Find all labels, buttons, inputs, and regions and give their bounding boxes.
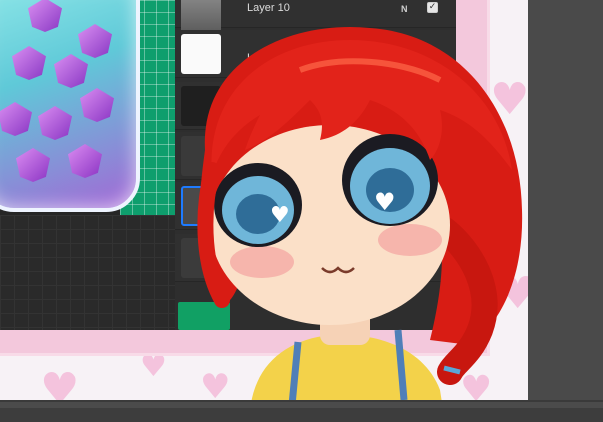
layer-thumbnail [181,136,221,176]
dice-artwork [0,102,32,136]
layer-row[interactable]: Lay [175,30,456,78]
dice-artwork [80,88,114,122]
layer-name: Layer 10 [247,2,290,14]
heart-icon: ♥ [460,369,493,401]
stream-screenshot: ♥ ♥ ♥ ♥ ♥ ♥ Layer 10 N ✓ Lay ♥ ♥ [0,0,603,422]
capture-frame: Layer 10 N ✓ Lay [0,0,490,356]
dice-artwork [28,0,62,32]
layer-thumbnail [181,0,221,34]
layer-thumbnail [181,186,221,226]
transparency-grid [0,215,175,330]
obs-right-gutter [528,0,603,400]
layer-name: Lay [247,52,265,64]
layer-thumbnail [181,238,221,278]
dice-artwork [12,46,46,80]
layer-thumbnail [181,86,221,126]
add-layer-button[interactable] [178,302,230,330]
layer-row[interactable] [175,234,456,282]
blend-mode-label[interactable]: N [401,4,408,14]
obs-status-strip [0,408,603,422]
heart-icon: ♥ [140,349,167,384]
dice-artwork [16,148,50,182]
layer-row[interactable]: Layer 10 N ✓ [175,0,456,34]
layer-row[interactable] [175,82,456,130]
heart-icon: ♥ [40,364,80,401]
dice-artwork [54,54,88,88]
drawing-app-capture: Layer 10 N ✓ Lay [0,0,456,330]
dice-jar-artwork [0,0,140,212]
drawing-canvas[interactable] [0,0,175,330]
obs-bottom-bar [0,400,603,422]
dice-artwork [78,24,112,58]
dice-artwork [38,106,72,140]
layer-thumbnail [181,34,221,74]
layer-row[interactable] [175,132,456,180]
check-icon[interactable]: ✓ [427,2,438,13]
dice-artwork [68,144,102,178]
heart-icon: ♥ [498,268,528,319]
layer-row-selected[interactable] [175,182,456,230]
layers-panel: Layer 10 N ✓ Lay [175,0,456,330]
heart-icon: ♥ [200,367,231,400]
heart-icon: ♥ [490,74,528,125]
